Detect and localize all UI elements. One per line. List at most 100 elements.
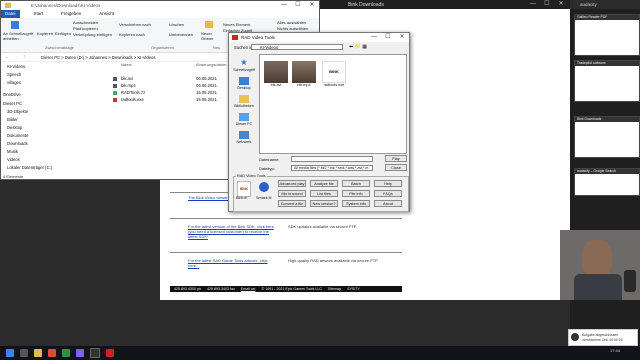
browser-taskbar-icon[interactable]: [48, 349, 56, 357]
obs-taskbar-icon[interactable]: [90, 348, 100, 358]
maximize-icon[interactable]: ☐: [381, 33, 395, 42]
person-image: [582, 240, 612, 278]
paste-button[interactable]: Einfügen: [55, 31, 71, 36]
window-thumb[interactable]: audacity – Google Search: [574, 168, 640, 196]
copy-to-button[interactable]: Kopieren nach: [119, 32, 145, 37]
right-tab-label: audacity: [580, 2, 597, 7]
window-thumb[interactable]: Bink Downloads: [574, 116, 640, 158]
select-none-button[interactable]: Nichts auswählen: [277, 26, 308, 31]
footer-sitemap-link[interactable]: Sitemap: [328, 287, 341, 291]
batch-button[interactable]: Batch: [342, 180, 370, 187]
move-to-button[interactable]: Verschieben nach: [119, 22, 151, 27]
filetype-select[interactable]: All media files (*.bk2,*.bik,*.smk,*.wav…: [291, 165, 373, 171]
place-desktop[interactable]: Desktop: [231, 77, 257, 90]
new-folder-button[interactable]: Neuer Ordner: [201, 31, 217, 41]
select-all-button[interactable]: Alles auswählen: [277, 20, 306, 25]
help-button[interactable]: Help: [374, 180, 402, 187]
nav-item[interactable]: Bilder: [7, 117, 18, 122]
new-item-button[interactable]: Neues Element: [223, 22, 250, 27]
search-icon[interactable]: [20, 349, 28, 357]
thumb-item[interactable]: bik.avi: [264, 61, 288, 87]
nav-item[interactable]: villages: [7, 80, 21, 85]
toast-line2: Verstrichene Zeit: 00:00:03: [582, 338, 623, 342]
back-icon[interactable]: ←: [5, 54, 10, 60]
nav-item-this-pc[interactable]: Dieser PC: [3, 101, 22, 106]
tab-ansicht[interactable]: Ansicht: [95, 10, 118, 18]
place-network[interactable]: Netzwerk: [231, 131, 257, 144]
filename-label: Dateiname:: [259, 157, 280, 162]
forward-icon[interactable]: →: [13, 54, 18, 60]
minimize-icon[interactable]: —: [367, 33, 381, 42]
rename-button[interactable]: Umbenennen: [169, 32, 193, 37]
artwork-link[interactable]: For the latest RAD Game Tools artwork, c…: [188, 258, 278, 268]
lookin-select[interactable]: KI-Videos: [251, 44, 343, 50]
bink-icon[interactable]: BINK: [237, 181, 251, 197]
faqs-button[interactable]: FAQs: [374, 190, 402, 197]
app-taskbar-icon[interactable]: [62, 349, 70, 357]
minimize-icon[interactable]: —: [277, 1, 291, 10]
play-button[interactable]: Play: [385, 155, 407, 162]
desktop-icon: [239, 77, 249, 85]
close-button[interactable]: Close: [385, 164, 407, 171]
tab-start[interactable]: Start: [30, 10, 48, 18]
cut-button[interactable]: Ausschneiden: [73, 20, 98, 25]
convert-file-button[interactable]: Convert a file: [278, 200, 306, 207]
maximize-icon[interactable]: ☐: [540, 0, 554, 9]
mix-in-sound-button[interactable]: Mix in sound: [278, 190, 306, 197]
filename-input[interactable]: [291, 156, 373, 162]
window-thumb[interactable]: Tradepilot software: [574, 60, 640, 102]
nav-item[interactable]: Desktop: [7, 125, 22, 130]
copy-path-button[interactable]: Pfad kopieren: [73, 26, 98, 31]
breadcrumb[interactable]: Dieser PC > Daten (D:) > Johannes > Down…: [41, 55, 155, 60]
right-tab[interactable]: audacity: [570, 0, 640, 9]
folder-toolbar-icons[interactable]: ⬅ 📁 ▦: [349, 44, 367, 50]
tab-freigeben[interactable]: Freigeben: [57, 10, 85, 18]
column-date[interactable]: Änderungsdatum: [196, 62, 226, 67]
nav-item[interactable]: KI-Videos: [7, 64, 25, 69]
copy-button[interactable]: Kopieren: [37, 31, 53, 36]
list-files-button[interactable]: List files: [310, 190, 338, 197]
explorer-taskbar-icon[interactable]: [34, 349, 42, 357]
nav-item[interactable]: Musik: [7, 149, 18, 154]
new-version-button[interactable]: New version?: [310, 200, 338, 207]
file-info-button[interactable]: File info: [342, 190, 370, 197]
advanced-play-button[interactable]: Advanced play: [278, 180, 306, 187]
app-taskbar-icon[interactable]: [76, 349, 84, 357]
paste-shortcut-button[interactable]: Verknüpfung einfügen: [73, 32, 112, 37]
close-icon[interactable]: ✕: [305, 1, 319, 10]
webcam-overlay: [560, 230, 640, 300]
close-icon[interactable]: ✕: [554, 0, 568, 9]
sdk-link[interactable]: For the latest version of the Bink SDK, …: [188, 224, 278, 239]
place-quick-access[interactable]: ★ Schnellzugriff: [231, 59, 257, 73]
nav-item[interactable]: Lokaler Datenträger (C:): [7, 165, 52, 170]
bink-it-label: Bink it!: [236, 196, 248, 200]
smack-icon[interactable]: [259, 182, 269, 192]
about-button[interactable]: About: [374, 200, 402, 207]
nav-item-onedrive[interactable]: OneDrive: [3, 92, 21, 97]
close-icon[interactable]: ✕: [395, 33, 409, 42]
column-name[interactable]: Name: [121, 62, 132, 67]
nav-item[interactable]: Downloads: [7, 141, 28, 146]
start-icon[interactable]: [6, 349, 14, 357]
minimize-icon[interactable]: —: [526, 0, 540, 9]
up-icon[interactable]: ↑: [23, 54, 26, 60]
maximize-icon[interactable]: ☐: [291, 1, 305, 10]
footer-email-link[interactable]: Email us!: [241, 287, 256, 291]
pin-button[interactable]: An Schnellzugriff anheften: [3, 31, 33, 41]
delete-button[interactable]: Löschen: [169, 22, 184, 27]
nav-item[interactable]: 3D-Objekte: [7, 109, 28, 114]
analyze-file-button[interactable]: Analyze file: [310, 180, 338, 187]
nav-item[interactable]: Dokumente: [7, 133, 28, 138]
nav-item[interactable]: Speech: [7, 72, 21, 77]
notification-toast[interactable]: Aufgabe abgeschlossen Verstrichene Zeit:…: [568, 329, 638, 346]
place-this-pc[interactable]: Dieser PC: [231, 113, 257, 126]
thumb-item[interactable]: bik.mp4: [292, 61, 316, 87]
window-thumb[interactable]: Galileo Reader PDF: [574, 14, 640, 56]
system-info-button[interactable]: System info: [342, 200, 370, 207]
new-folder-icon: [205, 21, 213, 28]
rad-taskbar-icon[interactable]: [106, 349, 114, 357]
thumb-item[interactable]: BINK radtools.exe: [322, 61, 346, 87]
nav-item[interactable]: Videos: [7, 157, 20, 162]
tab-datei[interactable]: Datei: [1, 10, 20, 18]
place-libraries[interactable]: Bibliotheken: [231, 95, 257, 108]
